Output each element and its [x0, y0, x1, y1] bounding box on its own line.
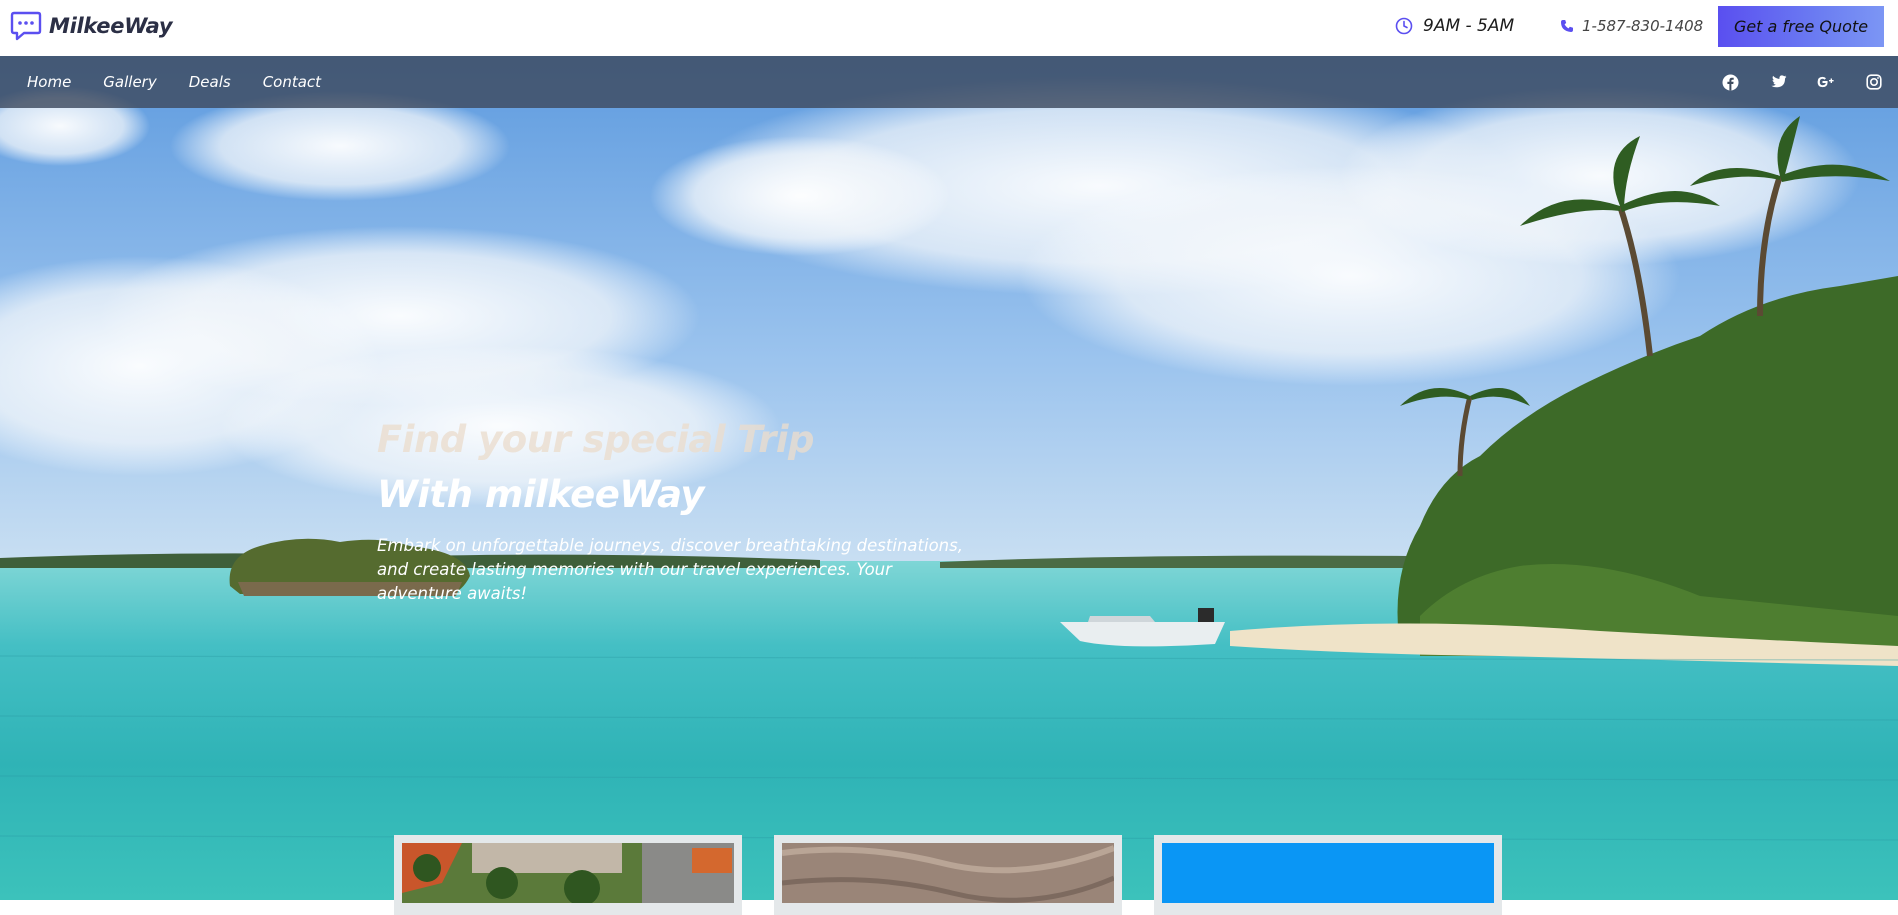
- phone-icon: [1561, 20, 1573, 32]
- twitter-icon: [1771, 74, 1787, 87]
- hero-title-line1: Find your special Trip: [377, 418, 815, 461]
- hero-section: Find your special Trip With milkeeWay Em…: [0, 56, 1898, 900]
- brand-name: MilkeeWay: [49, 14, 173, 38]
- hero-description: Embark on unforgettable journeys, discov…: [377, 536, 963, 603]
- chat-bubble-icon: [10, 11, 42, 41]
- canyon-image: [782, 843, 1114, 903]
- deal-card-blue[interactable]: [1154, 835, 1502, 915]
- google-plus-link[interactable]: [1802, 56, 1850, 108]
- facebook-link[interactable]: [1706, 56, 1754, 108]
- main-nav: Home Gallery Deals Contact: [0, 56, 1898, 108]
- top-bar: MilkeeWay 9AM - 5AM 1-587-830-1408 Get a…: [0, 0, 1898, 56]
- social-links: [1706, 56, 1898, 108]
- brand-logo[interactable]: MilkeeWay: [10, 10, 173, 42]
- nav-home[interactable]: Home: [27, 73, 71, 91]
- free-quote-button[interactable]: Get a free Quote: [1718, 6, 1884, 47]
- resort-aerial-image: [402, 843, 734, 903]
- blue-sky-image: [1162, 843, 1494, 903]
- instagram-link[interactable]: [1850, 56, 1898, 108]
- deal-card-resort[interactable]: [394, 835, 742, 915]
- hours-text: 9AM - 5AM: [1423, 16, 1515, 36]
- phone-number: 1-587-830-1408: [1582, 17, 1704, 35]
- phone-contact[interactable]: 1-587-830-1408: [1560, 17, 1703, 35]
- facebook-icon: [1722, 74, 1738, 90]
- nav-deals[interactable]: Deals: [189, 73, 231, 91]
- twitter-link[interactable]: [1754, 56, 1802, 108]
- google-plus-icon: [1817, 76, 1834, 88]
- deal-card-canyon[interactable]: [774, 835, 1122, 915]
- nav-gallery[interactable]: Gallery: [103, 73, 156, 91]
- hero-text-block: Find your special Trip With milkeeWay Em…: [377, 418, 977, 606]
- nav-links: Home Gallery Deals Contact: [27, 56, 321, 108]
- nav-contact[interactable]: Contact: [263, 73, 321, 91]
- hero-title-line2: With milkeeWay: [377, 473, 705, 516]
- clock-icon: [1395, 17, 1413, 35]
- instagram-icon: [1866, 74, 1882, 90]
- business-hours: 9AM - 5AM: [1395, 16, 1514, 36]
